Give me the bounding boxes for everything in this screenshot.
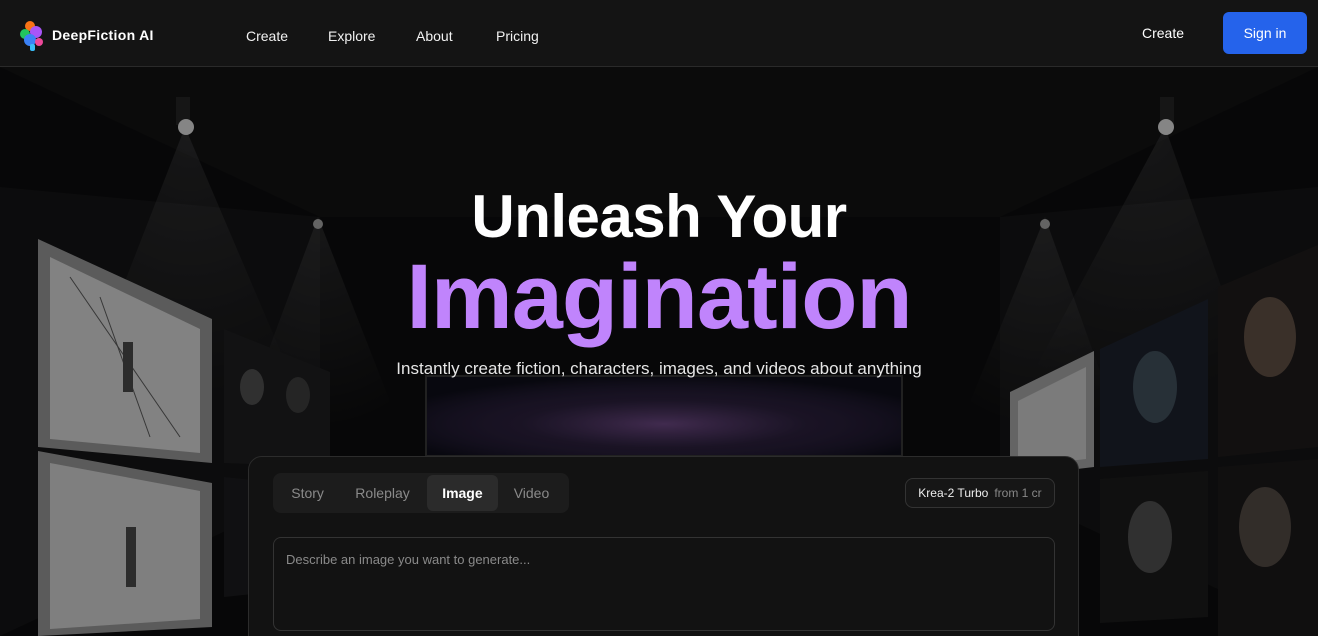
hero-title: Unleash Your [471,183,847,250]
hero-accent-title: Imagination [406,246,912,348]
mode-tabs: Story Roleplay Image Video [273,473,569,513]
model-selector[interactable]: Krea-2 Turbo from 1 cr [905,478,1055,508]
hero-subtitle: Instantly create fiction, characters, im… [396,359,922,378]
hero-section: Unleash Your Imagination Instantly creat… [0,67,1318,636]
model-cost: from 1 cr [994,486,1042,500]
brand-name: DeepFiction AI [52,27,154,43]
nav-explore[interactable]: Explore [328,28,375,44]
tab-video[interactable]: Video [498,475,565,511]
tab-image[interactable]: Image [426,475,498,511]
tab-roleplay[interactable]: Roleplay [338,475,427,511]
top-nav: DeepFiction AI Create Explore About Pric… [0,0,1318,67]
sign-in-button[interactable]: Sign in [1223,12,1307,54]
generator-panel: Story Roleplay Image Video Krea-2 Turbo … [248,456,1079,636]
brand-logo[interactable]: DeepFiction AI [18,18,154,52]
model-name: Krea-2 Turbo [918,486,989,500]
prompt-input[interactable]: Describe an image you want to generate..… [273,537,1055,631]
brand-logo-icon [20,21,43,51]
nav-create-right[interactable]: Create [1142,25,1184,41]
nav-pricing[interactable]: Pricing [496,28,539,44]
nav-about[interactable]: About [416,28,453,44]
tab-story[interactable]: Story [277,475,338,511]
nav-create[interactable]: Create [246,28,288,44]
